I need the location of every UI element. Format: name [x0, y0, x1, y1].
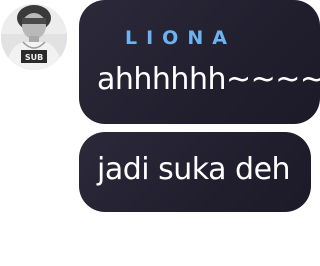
- chat-canvas: SUB LIONA ahhhhhh~~~~ jadi suka deh: [0, 0, 320, 266]
- message-bubble[interactable]: LIONA ahhhhhh~~~~: [79, 0, 320, 124]
- avatar[interactable]: SUB: [1, 4, 67, 70]
- message-bubble[interactable]: jadi suka deh: [79, 132, 311, 212]
- svg-text:SUB: SUB: [25, 53, 43, 62]
- message-text: jadi suka deh: [97, 152, 291, 187]
- avatar-photo: SUB: [1, 4, 67, 70]
- sender-name: LIONA: [125, 27, 236, 49]
- message-text: ahhhhhh~~~~: [97, 62, 320, 97]
